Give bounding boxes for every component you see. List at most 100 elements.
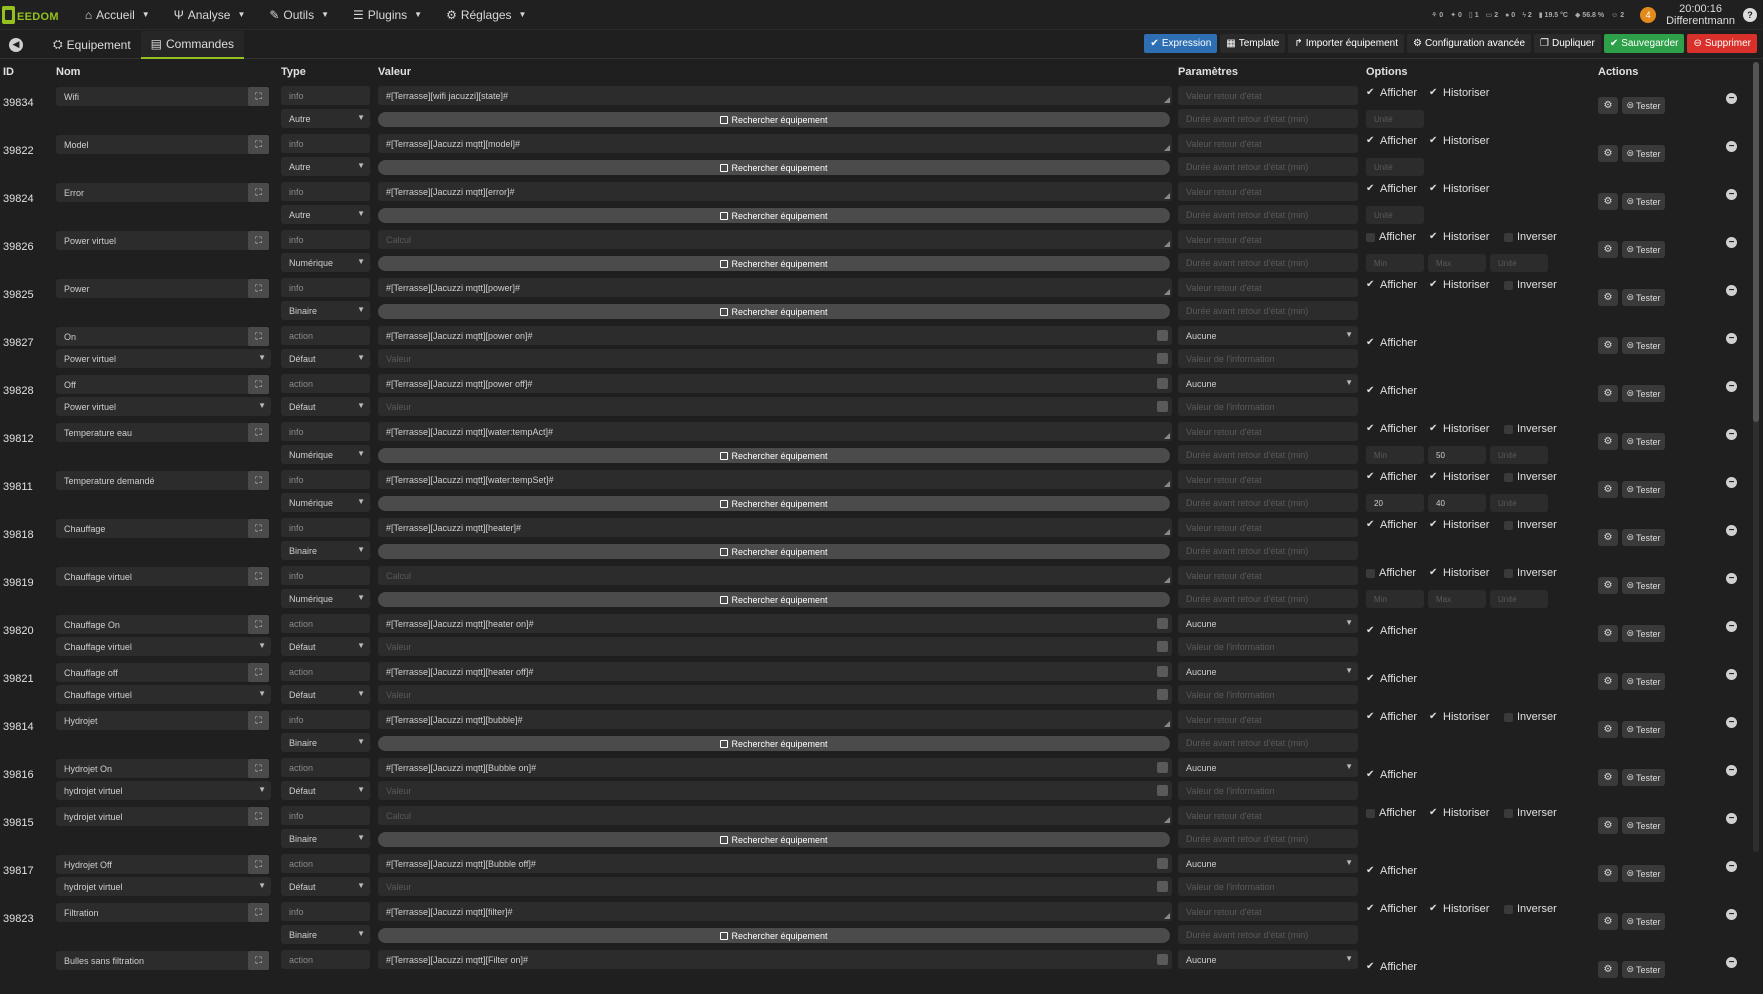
list-icon[interactable] xyxy=(1157,881,1168,892)
search-equipment-button[interactable]: Rechercher équipement xyxy=(378,736,1170,751)
cmd-name-input[interactable]: On xyxy=(56,327,268,346)
cmd-value-input[interactable]: #[Terrasse][Jacuzzi mqtt][Bubble on]# xyxy=(378,758,1172,777)
advanced-config-button[interactable]: ⚙ Configuration avancée xyxy=(1406,34,1532,53)
menu-plugins[interactable]: ☰ Plugins ▼ xyxy=(341,0,434,30)
return-state-input[interactable]: Valeur retour d'état xyxy=(1178,230,1358,249)
list-icon[interactable] xyxy=(1157,641,1168,652)
history-checkbox[interactable]: ✔ Historiser xyxy=(1429,87,1489,99)
return-state-input[interactable]: Valeur retour d'état xyxy=(1178,902,1358,921)
search-equipment-button[interactable]: Rechercher équipement xyxy=(378,112,1170,127)
return-state-input[interactable]: Valeur retour d'état xyxy=(1178,518,1358,537)
history-checkbox[interactable]: ✔ Historiser xyxy=(1429,903,1489,915)
max-input[interactable]: Max xyxy=(1428,254,1486,272)
return-state-input[interactable]: Valeur retour d'état xyxy=(1178,710,1358,729)
show-checkbox[interactable]: Afficher xyxy=(1366,231,1416,243)
invert-checkbox[interactable]: Inverser xyxy=(1504,471,1557,483)
test-button[interactable]: ⊜ Tester xyxy=(1622,481,1665,498)
return-duration-input[interactable]: Durée avant retour d'état (min) xyxy=(1178,589,1358,608)
cmd-name-input[interactable]: Hydrojet On xyxy=(56,759,268,778)
show-checkbox[interactable]: ✔ Afficher xyxy=(1366,87,1417,99)
cmd-linked-info-select[interactable]: Chauffage virtuel ▼ xyxy=(56,685,271,704)
advanced-config-icon[interactable]: ⚙ xyxy=(1598,433,1618,450)
advanced-config-icon[interactable]: ⚙ xyxy=(1598,673,1618,690)
remove-command-icon[interactable]: − xyxy=(1726,237,1737,248)
min-input[interactable]: Min xyxy=(1366,254,1424,272)
cmd-value-input[interactable]: #[Terrasse][Jacuzzi mqtt][filter]# ◢ xyxy=(378,902,1172,921)
summary-stats[interactable]: ⚘ 0 ✦ 0 ▯ 1 ▭ 2 ● 0 ϟ 2 ▮ 19.5 °C ◆ 56.8… xyxy=(1431,11,1624,20)
show-checkbox[interactable]: ✔ Afficher xyxy=(1366,625,1417,637)
cmd-param-select[interactable]: Aucune ▼ xyxy=(1178,326,1358,345)
cmd-value-input[interactable]: #[Terrasse][Jacuzzi mqtt][heater on]# xyxy=(378,614,1172,633)
cmd-name-input[interactable]: Chauffage virtuel xyxy=(56,567,268,586)
advanced-config-icon[interactable]: ⚙ xyxy=(1598,961,1618,978)
cmd-param-select[interactable]: Aucune ▼ xyxy=(1178,854,1358,873)
cmd-name-input[interactable]: Chauffage On xyxy=(56,615,268,634)
cmd-value-input[interactable]: #[Terrasse][Jacuzzi mqtt][water:tempSet]… xyxy=(378,470,1172,489)
cmd-icon-button[interactable]: ⛶ xyxy=(248,423,269,442)
return-duration-input[interactable]: Durée avant retour d'état (min) xyxy=(1178,829,1358,848)
remove-command-icon[interactable]: − xyxy=(1726,813,1737,824)
cmd-value-input[interactable]: #[Terrasse][Jacuzzi mqtt][heater]# ◢ xyxy=(378,518,1172,537)
remove-command-icon[interactable]: − xyxy=(1726,429,1737,440)
cmd-name-input[interactable]: Hydrojet xyxy=(56,711,268,730)
cmd-name-input[interactable]: Temperature demandé xyxy=(56,471,268,490)
remove-command-icon[interactable]: − xyxy=(1726,669,1737,680)
info-value-input[interactable]: Valeur de l'information xyxy=(1178,397,1358,416)
test-button[interactable]: ⊜ Tester xyxy=(1622,433,1665,450)
search-equipment-button[interactable]: Rechercher équipement xyxy=(378,544,1170,559)
return-state-input[interactable]: Valeur retour d'état xyxy=(1178,806,1358,825)
show-checkbox[interactable]: ✔ Afficher xyxy=(1366,471,1417,483)
cmd-name-input[interactable]: hydrojet virtuel xyxy=(56,807,268,826)
cmd-name-input[interactable]: Bulles sans filtration xyxy=(56,951,268,970)
advanced-config-icon[interactable]: ⚙ xyxy=(1598,721,1618,738)
remove-command-icon[interactable]: − xyxy=(1726,861,1737,872)
cmd-subtype-select[interactable]: Binaire ▼ xyxy=(281,925,370,944)
cmd-linked-info-select[interactable]: Power virtuel ▼ xyxy=(56,349,271,368)
return-duration-input[interactable]: Durée avant retour d'état (min) xyxy=(1178,109,1358,128)
return-duration-input[interactable]: Durée avant retour d'état (min) xyxy=(1178,493,1358,512)
cmd-icon-button[interactable]: ⛶ xyxy=(248,663,269,682)
cmd-subtype-select[interactable]: Défaut ▼ xyxy=(281,349,370,368)
cmd-icon-button[interactable]: ⛶ xyxy=(248,855,269,874)
cmd-value-input[interactable]: #[Terrasse][wifi jacuzzi][state]# ◢ xyxy=(378,86,1172,105)
back-button[interactable]: ◀ xyxy=(9,37,23,52)
advanced-config-icon[interactable]: ⚙ xyxy=(1598,145,1618,162)
list-icon[interactable] xyxy=(1157,666,1168,677)
search-equipment-button[interactable]: Rechercher équipement xyxy=(378,304,1170,319)
cmd-subtype-select[interactable]: Binaire ▼ xyxy=(281,301,370,320)
list-icon[interactable] xyxy=(1157,618,1168,629)
cmd-name-input[interactable]: Error xyxy=(56,183,268,202)
cmd-name-input[interactable]: Hydrojet Off xyxy=(56,855,268,874)
return-state-input[interactable]: Valeur retour d'état xyxy=(1178,86,1358,105)
cmd-subtype-select[interactable]: Numérique ▼ xyxy=(281,253,370,272)
cmd-icon-button[interactable]: ⛶ xyxy=(248,903,269,922)
cmd-icon-button[interactable]: ⛶ xyxy=(248,327,269,346)
cmd-icon-button[interactable]: ⛶ xyxy=(248,135,269,154)
invert-checkbox[interactable]: Inverser xyxy=(1504,807,1557,819)
duplicate-button[interactable]: ❐ Dupliquer xyxy=(1534,34,1601,53)
list-icon[interactable] xyxy=(1157,401,1168,412)
list-icon[interactable] xyxy=(1157,689,1168,700)
test-button[interactable]: ⊜ Tester xyxy=(1622,385,1665,402)
list-icon[interactable] xyxy=(1157,330,1168,341)
cmd-name-input[interactable]: Power virtuel xyxy=(56,231,268,250)
cmd-param-select[interactable]: Aucune ▼ xyxy=(1178,374,1358,393)
return-duration-input[interactable]: Durée avant retour d'état (min) xyxy=(1178,301,1358,320)
invert-checkbox[interactable]: Inverser xyxy=(1504,231,1557,243)
cmd-value-input[interactable]: Calcul ◢ xyxy=(378,230,1172,249)
remove-command-icon[interactable]: − xyxy=(1726,573,1737,584)
list-icon[interactable] xyxy=(1157,858,1168,869)
min-input[interactable]: 20 xyxy=(1366,494,1424,512)
cmd-param-select[interactable]: Aucune ▼ xyxy=(1178,662,1358,681)
test-button[interactable]: ⊜ Tester xyxy=(1622,241,1665,258)
unit-input[interactable]: Unité xyxy=(1366,206,1424,224)
test-button[interactable]: ⊜ Tester xyxy=(1622,145,1665,162)
delete-button[interactable]: ⊖ Supprimer xyxy=(1687,34,1757,53)
test-button[interactable]: ⊜ Tester xyxy=(1622,289,1665,306)
advanced-config-icon[interactable]: ⚙ xyxy=(1598,865,1618,882)
cmd-subtype-select[interactable]: Défaut ▼ xyxy=(281,637,370,656)
return-duration-input[interactable]: Durée avant retour d'état (min) xyxy=(1178,253,1358,272)
cmd-action-value-input[interactable]: Valeur xyxy=(378,349,1172,368)
info-value-input[interactable]: Valeur de l'information xyxy=(1178,877,1358,896)
show-checkbox[interactable]: ✔ Afficher xyxy=(1366,279,1417,291)
